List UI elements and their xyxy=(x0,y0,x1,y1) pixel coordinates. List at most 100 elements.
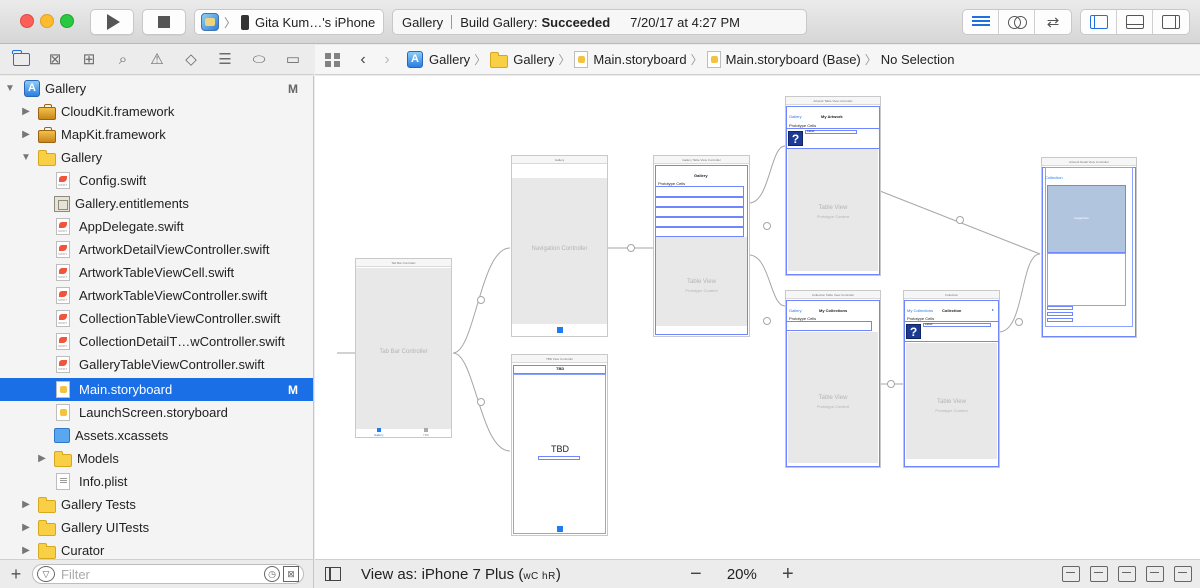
breadcrumb-label: Main.storyboard xyxy=(593,52,687,67)
find-navigator-tab[interactable]: ⌕ xyxy=(112,49,134,71)
version-editor-button[interactable]: ⇄ xyxy=(1035,10,1071,34)
recent-files-clock-icon[interactable]: ◷ xyxy=(264,566,280,582)
scene-tab-bar-controller[interactable]: Tab Bar Controller Tab Bar Controller Ga… xyxy=(355,258,452,438)
assistant-editor-button[interactable] xyxy=(999,10,1035,34)
align-icon[interactable] xyxy=(1118,566,1136,582)
tree-row-file[interactable]: Info.plist xyxy=(0,470,313,493)
tree-row-file[interactable]: GalleryTableViewController.swift xyxy=(0,353,313,376)
debug-navigator-tab[interactable]: ☰ xyxy=(214,49,236,71)
segue-marker xyxy=(477,398,485,406)
breadcrumb-group[interactable]: Gallery xyxy=(490,51,554,68)
toggle-inspector-button[interactable] xyxy=(1153,10,1189,34)
swift-file-icon xyxy=(56,264,70,281)
scene-collection-table-view-controller[interactable]: Collection Table View Controller Gallery… xyxy=(785,290,881,468)
scene-artwork-table-view-controller[interactable]: Artwork Table View Controller Gallery My… xyxy=(785,96,881,276)
disclosure-closed-icon[interactable]: ▶ xyxy=(20,545,32,556)
breadcrumb-project[interactable]: Gallery xyxy=(407,51,470,68)
breadcrumb-label: Main.storyboard (Base) xyxy=(725,52,861,67)
tree-row-gallery-uitests[interactable]: ▶ Gallery UITests xyxy=(0,516,313,539)
symbol-navigator-tab[interactable]: ⊞ xyxy=(78,49,100,71)
tree-row-file[interactable]: Assets.xcassets xyxy=(0,424,313,447)
plist-file-icon xyxy=(56,473,70,490)
details-container xyxy=(1047,253,1126,306)
segue-marker xyxy=(1015,318,1023,326)
run-button[interactable] xyxy=(90,9,134,35)
tree-row-mapkit[interactable]: ▶ MapKit.framework xyxy=(0,123,313,146)
disclosure-closed-icon[interactable]: ▶ xyxy=(20,499,32,510)
disclosure-closed-icon[interactable]: ▶ xyxy=(20,522,32,533)
activity-status: Succeeded xyxy=(541,14,611,30)
related-items-grid-icon[interactable] xyxy=(325,52,341,67)
segue-gallery-to-collection xyxy=(748,254,786,307)
disclosure-open-icon[interactable]: ▼ xyxy=(20,152,32,163)
document-outline-toggle-icon[interactable] xyxy=(325,567,341,581)
tree-row-file-selected[interactable]: Main.storyboard M xyxy=(0,378,313,401)
project-navigator-tab[interactable] xyxy=(10,49,32,71)
standard-editor-button[interactable] xyxy=(963,10,999,34)
source-control-navigator-tab[interactable]: ⊠ xyxy=(44,49,66,71)
embed-in-stack-icon[interactable] xyxy=(1090,566,1108,582)
zoom-window-button[interactable] xyxy=(60,14,74,28)
view-as-device-button[interactable]: View as: iPhone 7 Plus (wC hR) xyxy=(361,566,561,583)
storyboard-file-icon xyxy=(574,51,589,68)
scene-title: TBD View Controller xyxy=(512,355,607,363)
breadcrumb-selection[interactable]: No Selection xyxy=(881,52,955,67)
tree-row-gallery-group[interactable]: ▼ Gallery xyxy=(0,146,313,169)
tree-row-label: Models xyxy=(77,451,119,466)
layout-tools xyxy=(1062,566,1192,582)
scene-artwork-detail-view-controller[interactable]: Artwork Detail View Controller Collectio… xyxy=(1041,157,1137,338)
close-window-button[interactable] xyxy=(20,14,34,28)
tree-row-cloudkit[interactable]: ▶ CloudKit.framework xyxy=(0,100,313,123)
scene-collection[interactable]: Collection My Collections Collection ▸ P… xyxy=(903,290,1000,468)
scene-title: Gallery xyxy=(512,156,607,164)
tree-row-models[interactable]: ▶ Models xyxy=(0,447,313,470)
disclosure-closed-icon[interactable]: ▶ xyxy=(36,453,48,464)
view-as-label: View as: iPhone 7 Plus ( xyxy=(361,565,524,583)
tree-row-file[interactable]: ArtworkTableViewCell.swift xyxy=(0,261,313,284)
tree-row-file[interactable]: AppDelegate.swift xyxy=(0,215,313,238)
issue-navigator-tab[interactable]: ⚠ xyxy=(146,49,168,71)
report-navigator-tab[interactable]: ▭ xyxy=(282,49,304,71)
test-navigator-tab[interactable]: ◇ xyxy=(180,49,202,71)
disclosure-open-icon[interactable]: ▼ xyxy=(4,83,16,94)
tree-row-project[interactable]: ▼ Gallery M xyxy=(0,77,313,100)
zoom-out-button[interactable]: − xyxy=(681,563,711,586)
scheme-destination-selector[interactable]: 〉 Gita Kum…'s iPhone xyxy=(194,9,384,35)
tree-row-file[interactable]: ArtworkTableViewController.swift xyxy=(0,284,313,307)
breadcrumb-file[interactable]: Main.storyboard xyxy=(574,51,687,68)
tree-row-file[interactable]: ArtworkDetailViewController.swift xyxy=(0,238,313,261)
source-control-filter-icon[interactable]: ⊠ xyxy=(283,566,299,582)
tree-row-file[interactable]: LaunchScreen.storyboard xyxy=(0,401,313,424)
tree-row-file[interactable]: CollectionTableViewController.swift xyxy=(0,307,313,330)
tree-row-file[interactable]: Config.swift xyxy=(0,169,313,192)
stop-button[interactable] xyxy=(142,9,186,35)
chevron-right-icon: 〉 xyxy=(690,53,703,67)
scene-navigation-controller[interactable]: Gallery Navigation Controller xyxy=(511,155,608,337)
go-forward-button[interactable]: › xyxy=(375,51,399,69)
add-file-button[interactable]: + xyxy=(0,564,32,585)
resolve-autolayout-icon[interactable] xyxy=(1174,566,1192,582)
update-frames-icon[interactable] xyxy=(1062,566,1080,582)
breadcrumb-base[interactable]: Main.storyboard (Base) xyxy=(706,51,861,68)
minimize-window-button[interactable] xyxy=(40,14,54,28)
toggle-debug-area-button[interactable] xyxy=(1117,10,1153,34)
tree-row-file[interactable]: Gallery.entitlements xyxy=(0,192,313,215)
disclosure-closed-icon[interactable]: ▶ xyxy=(20,129,32,140)
folder-icon xyxy=(38,149,56,166)
tree-row-label: ArtworkTableViewController.swift xyxy=(79,288,268,303)
scene-tbd-view-controller[interactable]: TBD View Controller TBD TBD xyxy=(511,354,608,536)
disclosure-closed-icon[interactable]: ▶ xyxy=(20,106,32,117)
breakpoint-navigator-tab[interactable]: ⬭ xyxy=(248,49,270,71)
toggle-navigator-button[interactable] xyxy=(1081,10,1117,34)
tree-row-file[interactable]: CollectionDetailT…wController.swift xyxy=(0,330,313,353)
storyboard-canvas[interactable]: Tab Bar Controller Tab Bar Controller Ga… xyxy=(315,76,1200,559)
zoom-in-button[interactable]: + xyxy=(773,563,803,586)
go-back-button[interactable]: ‹ xyxy=(351,51,375,69)
panel-visibility-control xyxy=(1080,9,1190,35)
add-constraints-icon[interactable] xyxy=(1146,566,1164,582)
filter-field[interactable]: ▽ Filter ◷ ⊠ xyxy=(32,564,304,584)
scene-gallery-table-view-controller[interactable]: Gallery Table View Controller Gallery Pr… xyxy=(653,155,750,337)
view-as-suffix: ) xyxy=(555,565,561,583)
tree-row-gallery-tests[interactable]: ▶ Gallery Tests xyxy=(0,493,313,516)
tree-row-curator[interactable]: ▶ Curator xyxy=(0,539,313,559)
